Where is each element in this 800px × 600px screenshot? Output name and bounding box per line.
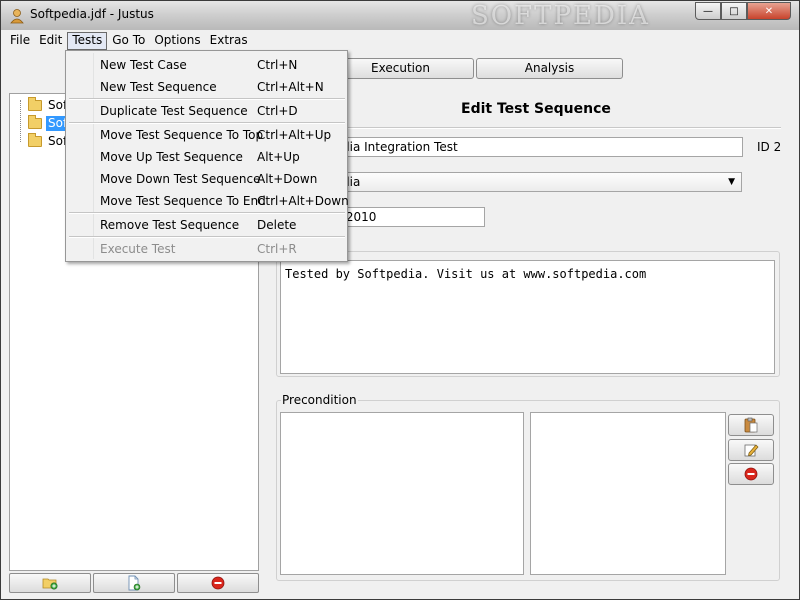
tree-item[interactable]: Sof — [28, 96, 69, 113]
add-folder-icon — [42, 576, 58, 590]
precondition-list-right[interactable] — [530, 412, 726, 575]
menu-item-shortcut: Ctrl+D — [257, 104, 298, 118]
menu-goto[interactable]: Go To — [108, 32, 149, 50]
menu-item-move-down[interactable]: Move Down Test Sequence Alt+Down — [68, 168, 345, 190]
menu-item-label: Move Down Test Sequence — [100, 172, 261, 186]
person-icon — [9, 8, 25, 24]
add-folder-button[interactable] — [9, 573, 91, 593]
menu-tests[interactable]: Tests — [67, 32, 108, 50]
remove-icon — [211, 576, 225, 590]
softpedia-watermark: SOFTPEDIA — [471, 1, 650, 31]
menu-item-shortcut: Delete — [257, 218, 297, 232]
minimize-button[interactable]: — — [695, 2, 721, 20]
menu-item-label: Move Test Sequence To Top — [100, 128, 264, 142]
menu-item-shortcut: Ctrl+R — [257, 242, 297, 256]
name-field[interactable]: dia Integration Test — [337, 137, 743, 157]
tab-execution[interactable]: Execution — [327, 58, 474, 79]
app-window: Softpedia.jdf - Justus SOFTPEDIA — □ ✕ F… — [0, 0, 800, 600]
category-select[interactable]: dia ▼ — [337, 172, 742, 192]
tree-item[interactable]: Sof — [28, 132, 69, 149]
add-file-button[interactable] — [93, 573, 175, 593]
menu-item-shortcut: Ctrl+Alt+N — [257, 80, 324, 94]
maximize-button[interactable]: □ — [721, 2, 747, 20]
tests-menu: New Test Case Ctrl+N New Test Sequence C… — [65, 50, 349, 262]
menu-item-move-up[interactable]: Move Up Test Sequence Alt+Up — [68, 146, 345, 168]
menu-item-shortcut: Alt+Down — [257, 172, 318, 186]
menu-extras[interactable]: Extras — [206, 32, 252, 50]
menu-item-duplicate-test-sequence[interactable]: Duplicate Test Sequence Ctrl+D — [68, 100, 345, 122]
menu-item-remove-test-sequence[interactable]: Remove Test Sequence Delete — [68, 214, 345, 236]
precondition-list-left[interactable] — [280, 412, 524, 575]
menu-item-shortcut: Ctrl+Alt+Down — [257, 194, 349, 208]
menu-item-label: Duplicate Test Sequence — [100, 104, 248, 118]
title-bar[interactable]: Softpedia.jdf - Justus SOFTPEDIA — □ ✕ — [1, 1, 799, 31]
menu-bar: File Edit Tests Go To Options Extras — [2, 31, 798, 51]
tab-analysis[interactable]: Analysis — [476, 58, 623, 79]
menu-item-label: New Test Case — [100, 58, 187, 72]
window-title: Softpedia.jdf - Justus — [30, 7, 154, 21]
page-title: Edit Test Sequence — [461, 101, 611, 117]
menu-item-shortcut: Ctrl+Alt+Up — [257, 128, 332, 142]
menu-item-new-test-case[interactable]: New Test Case Ctrl+N — [68, 54, 345, 76]
add-file-icon — [127, 575, 141, 591]
tree-toolbar — [9, 573, 259, 593]
edit-icon — [743, 442, 759, 458]
divider — [279, 127, 781, 129]
close-button[interactable]: ✕ — [747, 2, 791, 20]
paste-icon — [743, 417, 759, 433]
menu-file[interactable]: File — [6, 32, 34, 50]
menu-item-execute-test: Execute Test Ctrl+R — [68, 238, 345, 260]
remove-button[interactable] — [177, 573, 259, 593]
menu-item-label: Remove Test Sequence — [100, 218, 240, 232]
menu-item-label: Execute Test — [100, 242, 176, 256]
menu-item-move-to-top[interactable]: Move Test Sequence To Top Ctrl+Alt+Up — [68, 124, 345, 146]
window-controls: — □ ✕ — [695, 2, 791, 20]
menu-item-label: Move Up Test Sequence — [100, 150, 243, 164]
paste-button[interactable] — [728, 414, 774, 436]
tree-item-selected[interactable]: Sof — [28, 114, 70, 131]
menu-item-label: New Test Sequence — [100, 80, 217, 94]
menu-item-shortcut: Alt+Up — [257, 150, 300, 164]
date-field[interactable]: .2010 — [337, 207, 485, 227]
chevron-down-icon: ▼ — [728, 177, 735, 187]
folder-icon — [28, 132, 42, 147]
folder-icon — [28, 114, 42, 129]
id-label: ID 2 — [757, 140, 782, 154]
tree-connector — [20, 100, 21, 142]
menu-item-new-test-sequence[interactable]: New Test Sequence Ctrl+Alt+N — [68, 76, 345, 98]
remove-icon — [744, 467, 758, 481]
menu-edit[interactable]: Edit — [35, 32, 66, 50]
menu-options[interactable]: Options — [150, 32, 204, 50]
menu-item-shortcut: Ctrl+N — [257, 58, 298, 72]
description-textarea[interactable]: Tested by Softpedia. Visit us at www.sof… — [280, 260, 775, 374]
folder-icon — [28, 96, 42, 111]
remove-precondition-button[interactable] — [728, 463, 774, 485]
edit-button[interactable] — [728, 439, 774, 461]
precondition-label: Precondition — [281, 393, 358, 407]
menu-item-move-to-end[interactable]: Move Test Sequence To End Ctrl+Alt+Down — [68, 190, 349, 212]
menu-item-label: Move Test Sequence To End — [100, 194, 266, 208]
